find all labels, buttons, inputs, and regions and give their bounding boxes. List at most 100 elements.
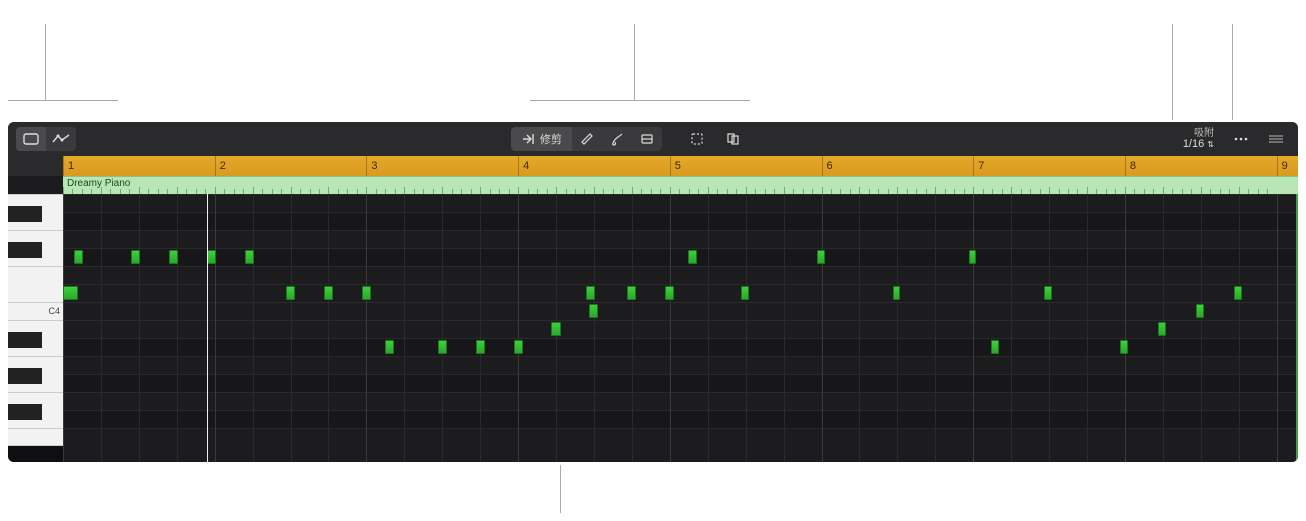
- grid-row: [63, 392, 1298, 410]
- midi-note[interactable]: [688, 250, 697, 264]
- automation-view-button[interactable]: [46, 127, 76, 151]
- midi-note[interactable]: [1234, 286, 1242, 300]
- grid-beatline: [139, 194, 140, 462]
- marquee-tool-button[interactable]: [682, 127, 712, 151]
- grid-row: [63, 410, 1298, 428]
- catch-playhead-button[interactable]: [718, 127, 748, 151]
- snap-setting[interactable]: 吸附 1/16 ⇅: [1183, 128, 1214, 150]
- midi-note[interactable]: [476, 340, 485, 354]
- midi-note[interactable]: [1120, 340, 1128, 354]
- trim-tool-button[interactable]: 修剪: [511, 127, 572, 151]
- bar-ruler[interactable]: 123456789: [63, 156, 1298, 176]
- brush-tool-button[interactable]: [602, 127, 632, 151]
- midi-note[interactable]: [741, 286, 749, 300]
- midi-note[interactable]: [438, 340, 447, 354]
- midi-note[interactable]: [893, 286, 901, 300]
- midi-note[interactable]: [586, 286, 595, 300]
- editor-toolbar: 修剪 吸附 1/16 ⇅: [8, 122, 1298, 156]
- chevron-updown-icon: ⇅: [1207, 140, 1214, 149]
- ruler-bar-marker: 5: [670, 156, 681, 176]
- grid-barline: [1125, 194, 1126, 462]
- grid-beatline: [632, 194, 633, 462]
- ruler-bar-marker: 7: [973, 156, 984, 176]
- midi-note[interactable]: [1044, 286, 1052, 300]
- more-menu-button[interactable]: [1226, 127, 1256, 151]
- velocity-tool-button[interactable]: [632, 127, 662, 151]
- piano-keyboard[interactable]: C4: [8, 194, 63, 462]
- grid-barline: [63, 194, 64, 462]
- bar-ruler-row: 123456789: [8, 156, 1298, 176]
- midi-note[interactable]: [63, 286, 78, 300]
- grid-row: [63, 302, 1298, 320]
- midi-note[interactable]: [131, 250, 140, 264]
- midi-note[interactable]: [1158, 322, 1166, 336]
- midi-note[interactable]: [324, 286, 333, 300]
- grid-beatline: [1201, 194, 1202, 462]
- midi-note[interactable]: [627, 286, 636, 300]
- region-header-row: Dreamy Piano: [8, 176, 1298, 194]
- trim-tool-label: 修剪: [540, 131, 562, 147]
- piano-black-key[interactable]: [8, 404, 42, 420]
- ruler-bar-marker: 2: [215, 156, 226, 176]
- midi-note[interactable]: [514, 340, 523, 354]
- midi-note[interactable]: [1196, 304, 1204, 318]
- grid-row: [63, 284, 1298, 302]
- snap-value: 1/16: [1183, 138, 1204, 150]
- midi-note[interactable]: [817, 250, 825, 264]
- notes-view-button[interactable]: [16, 127, 46, 151]
- midi-note[interactable]: [169, 250, 178, 264]
- midi-note[interactable]: [362, 286, 371, 300]
- grid-barline: [518, 194, 519, 462]
- grid-barline: [1277, 194, 1278, 462]
- grid-row: [63, 194, 1298, 212]
- midi-note[interactable]: [589, 304, 598, 318]
- ruler-bar-marker: 8: [1125, 156, 1136, 176]
- grid-beatline: [1011, 194, 1012, 462]
- grid-row: [63, 428, 1298, 446]
- piano-black-key[interactable]: [8, 206, 42, 222]
- grid-row: [63, 230, 1298, 248]
- callout-line: [45, 24, 46, 100]
- midi-note[interactable]: [385, 340, 394, 354]
- grid-beatline: [442, 194, 443, 462]
- grid-barline: [215, 194, 216, 462]
- grid-beatline: [328, 194, 329, 462]
- note-grid[interactable]: [63, 194, 1298, 462]
- piano-black-key[interactable]: [8, 332, 42, 348]
- callout-line: [560, 465, 561, 513]
- piano-black-key[interactable]: [8, 368, 42, 384]
- grid-beatline: [1239, 194, 1240, 462]
- grid-beatline: [177, 194, 178, 462]
- callout-line: [530, 100, 750, 101]
- ruler-bar-marker: 9: [1277, 156, 1288, 176]
- midi-note[interactable]: [286, 286, 295, 300]
- grid-row: [63, 320, 1298, 338]
- region-header[interactable]: Dreamy Piano: [63, 176, 1298, 194]
- ruler-bar-marker: 1: [63, 156, 74, 176]
- grid-barline: [366, 194, 367, 462]
- pencil-tool-button[interactable]: [572, 127, 602, 151]
- midi-note[interactable]: [245, 250, 254, 264]
- ruler-gutter: [8, 156, 63, 176]
- grid-beatline: [101, 194, 102, 462]
- midi-note[interactable]: [991, 340, 999, 354]
- midi-note[interactable]: [551, 322, 560, 336]
- grid-beatline: [784, 194, 785, 462]
- midi-note[interactable]: [969, 250, 977, 264]
- midi-note[interactable]: [207, 250, 216, 264]
- grid-beatline: [897, 194, 898, 462]
- list-menu-button[interactable]: [1262, 127, 1290, 151]
- grid-row: [63, 356, 1298, 374]
- grid-beatline: [480, 194, 481, 462]
- playhead[interactable]: [207, 194, 208, 462]
- piano-roll-main: C4: [8, 194, 1298, 462]
- callout-line: [1172, 24, 1173, 120]
- piano-key-c4[interactable]: C4: [8, 302, 63, 320]
- grid-beatline: [291, 194, 292, 462]
- midi-note[interactable]: [74, 250, 83, 264]
- region-end-marker[interactable]: [1296, 194, 1298, 462]
- midi-note[interactable]: [665, 286, 674, 300]
- grid-beatline: [1049, 194, 1050, 462]
- piano-black-key[interactable]: [8, 242, 42, 258]
- ruler-bar-marker: 4: [518, 156, 529, 176]
